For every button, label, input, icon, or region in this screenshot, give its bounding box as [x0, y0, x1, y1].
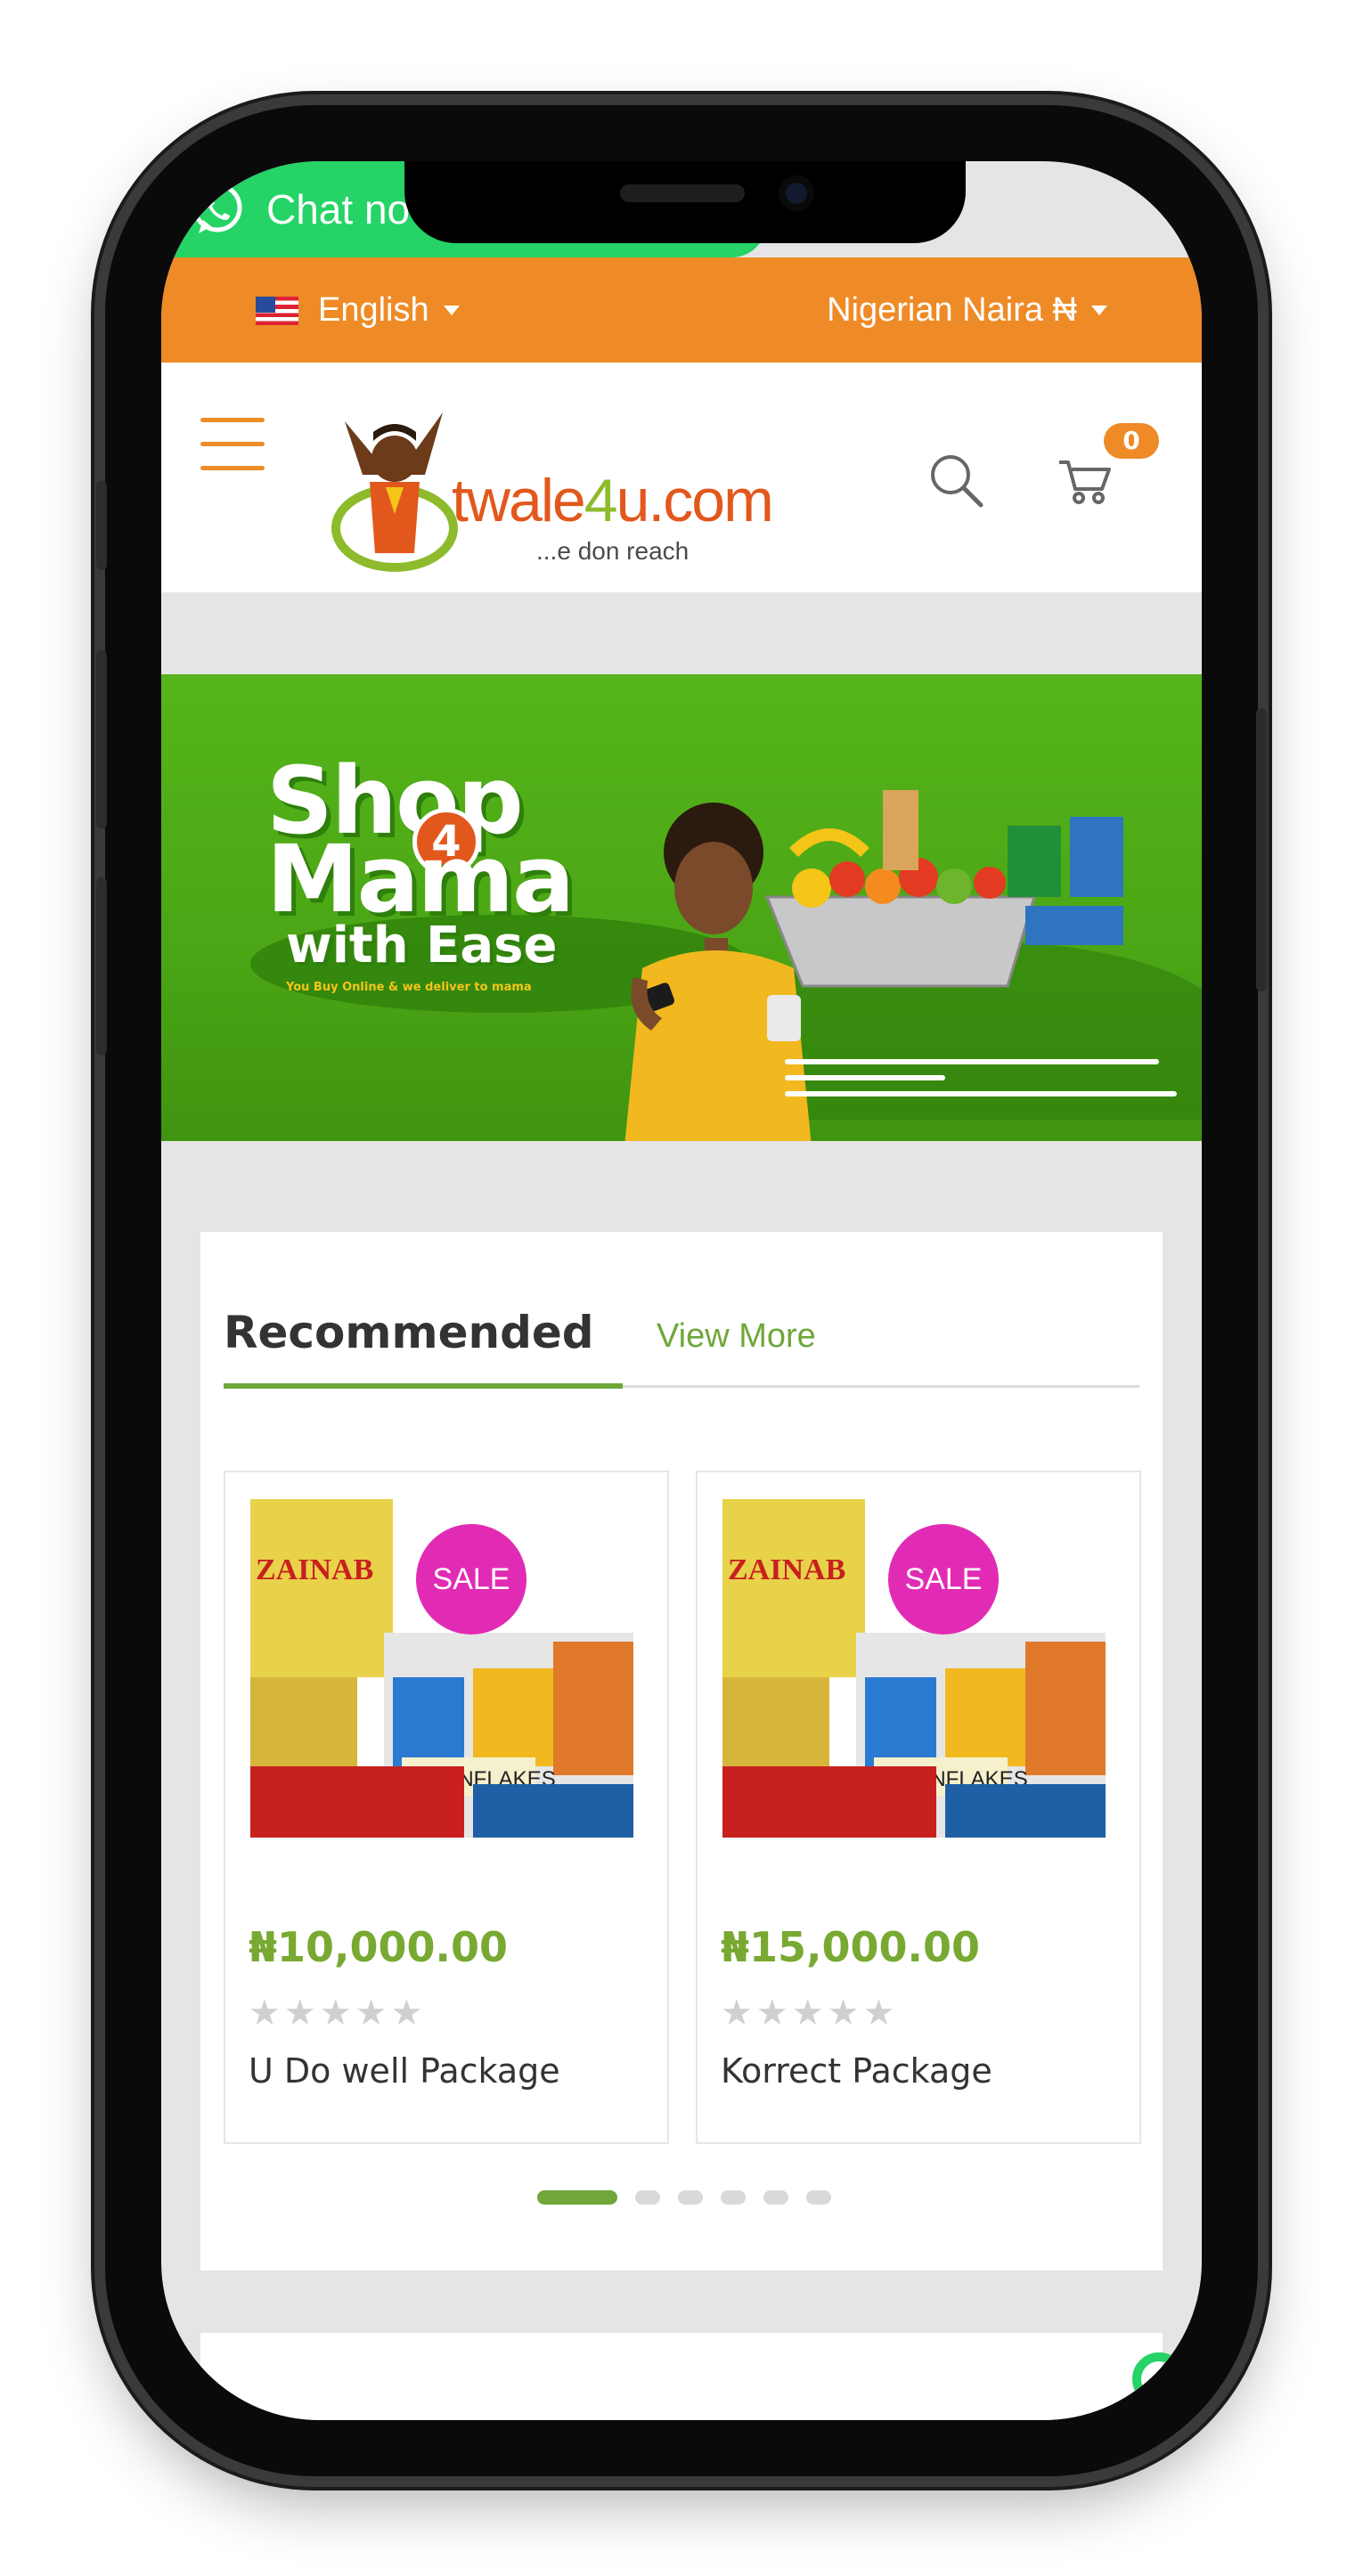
phone-notch [404, 161, 966, 243]
carousel-dot[interactable] [721, 2190, 746, 2205]
top-bar: English Nigerian Naira ₦ [161, 257, 1202, 363]
carousel-dot[interactable] [678, 2190, 703, 2205]
product-name[interactable]: Korrect Package [721, 2051, 992, 2091]
carousel-dot[interactable] [806, 2190, 831, 2205]
carousel-dot[interactable] [635, 2190, 660, 2205]
product-price: ₦15,000.00 [721, 1923, 981, 1971]
section-title: Recommended [224, 1307, 594, 1358]
svg-text:ZAINAB: ZAINAB [728, 1553, 845, 1586]
svg-text:ZAINAB: ZAINAB [256, 1553, 373, 1586]
product-name[interactable]: U Do well Package [249, 2051, 560, 2091]
site-header: twale4u.com ...e don reach 0 [161, 363, 1202, 592]
cart-count-badge: 0 [1104, 423, 1159, 459]
rating-stars: ★★★★★ [721, 1993, 899, 2034]
phone-camera [779, 175, 814, 211]
volume-up-button [96, 650, 107, 828]
product-card[interactable]: ZAINAB CORNFLAKES SALE ₦10,000.00 ★★★★★ … [224, 1471, 669, 2144]
whatsapp-float-icon[interactable] [1132, 2352, 1186, 2406]
product-price: ₦10,000.00 [249, 1923, 509, 1971]
mute-switch [96, 481, 107, 570]
currency-label: Nigerian Naira ₦ [827, 291, 1077, 329]
search-icon[interactable] [927, 452, 986, 510]
rating-stars: ★★★★★ [249, 1993, 427, 2034]
whatsapp-icon [192, 183, 242, 233]
carousel-dot[interactable] [763, 2190, 788, 2205]
language-selector[interactable]: English [256, 291, 460, 330]
phone-speaker [620, 184, 745, 202]
logo-text-4: 4 [584, 467, 618, 534]
logo-tagline: ...e don reach [536, 537, 690, 565]
site-logo[interactable]: twale4u.com ...e don reach [318, 395, 781, 573]
carousel-dot-active[interactable] [537, 2190, 617, 2205]
next-section-card [200, 2333, 1163, 2420]
view-more-link[interactable]: View More [657, 1317, 816, 1356]
sale-badge: SALE [888, 1524, 999, 1634]
cart-icon[interactable] [1056, 452, 1114, 510]
section-title-underline [224, 1383, 623, 1389]
power-button [1256, 708, 1267, 991]
chevron-down-icon [1091, 306, 1107, 315]
logo-text-domain: u.com [616, 467, 774, 534]
volume-down-button [96, 877, 107, 1056]
currency-selector[interactable]: Nigerian Naira ₦ [827, 291, 1107, 330]
banner-headline-ease: with Ease [286, 917, 558, 974]
chevron-down-icon [443, 306, 460, 315]
logo-mascot-icon [331, 412, 458, 572]
chat-label: Chat no [266, 186, 411, 232]
banner-headline-mama: Mama [266, 825, 575, 933]
logo-text-twale: twale [452, 467, 586, 534]
recommended-section: Recommended View More ZAINAB CORNFLAKES … [200, 1232, 1163, 2270]
phone-screen: Chat no English Nigerian Naira ₦ twale4u… [161, 161, 1202, 2420]
us-flag-icon [256, 296, 298, 325]
sale-badge: SALE [416, 1524, 526, 1634]
banner-subtext: You Buy Online & we deliver to mama [286, 981, 532, 994]
language-label: English [318, 291, 429, 329]
product-card[interactable]: ZAINAB CORNFLAKES SALE ₦15,000.00 ★★★★★ … [696, 1471, 1141, 2144]
banner-fineprint [785, 1059, 1177, 1107]
carousel-pagination [537, 2190, 849, 2205]
promo-banner[interactable]: Shop 4 Mama with Ease You Buy Online & w… [161, 674, 1202, 1141]
menu-icon[interactable] [200, 418, 265, 473]
banner-grocery-basket-image [764, 790, 1123, 988]
